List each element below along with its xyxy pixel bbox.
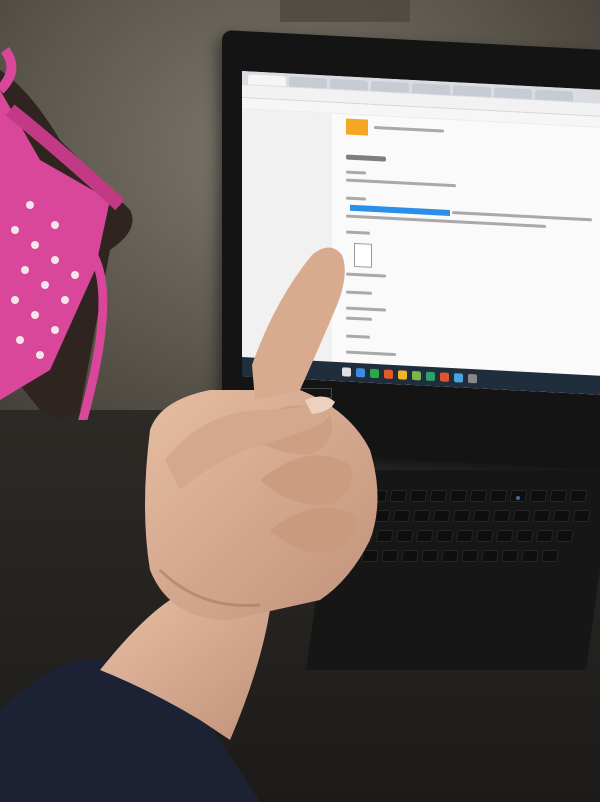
text-line <box>346 178 456 188</box>
text-line <box>346 196 366 201</box>
browser-tab <box>248 74 286 87</box>
taskbar-icon <box>440 372 449 382</box>
power-led <box>516 496 520 500</box>
selected-link-highlight <box>350 204 450 216</box>
text-line <box>374 125 444 133</box>
browser-tab <box>330 78 368 91</box>
browser-tab <box>289 76 327 89</box>
text-line <box>346 154 386 162</box>
pointing-hand <box>0 247 378 802</box>
taskbar-icon <box>426 371 435 382</box>
browser-tab <box>453 85 491 98</box>
text-line <box>346 230 370 235</box>
taskbar-icon <box>468 373 477 384</box>
text-line <box>452 211 592 222</box>
browser-tab <box>494 87 532 100</box>
taskbar-icon <box>454 373 463 383</box>
text-line <box>346 170 366 175</box>
browser-tab <box>535 89 573 102</box>
photo-scene <box>0 0 600 802</box>
page-thumbnail <box>346 118 368 136</box>
shelf <box>280 0 410 22</box>
browser-tab <box>412 82 450 95</box>
browser-tab <box>371 80 409 93</box>
